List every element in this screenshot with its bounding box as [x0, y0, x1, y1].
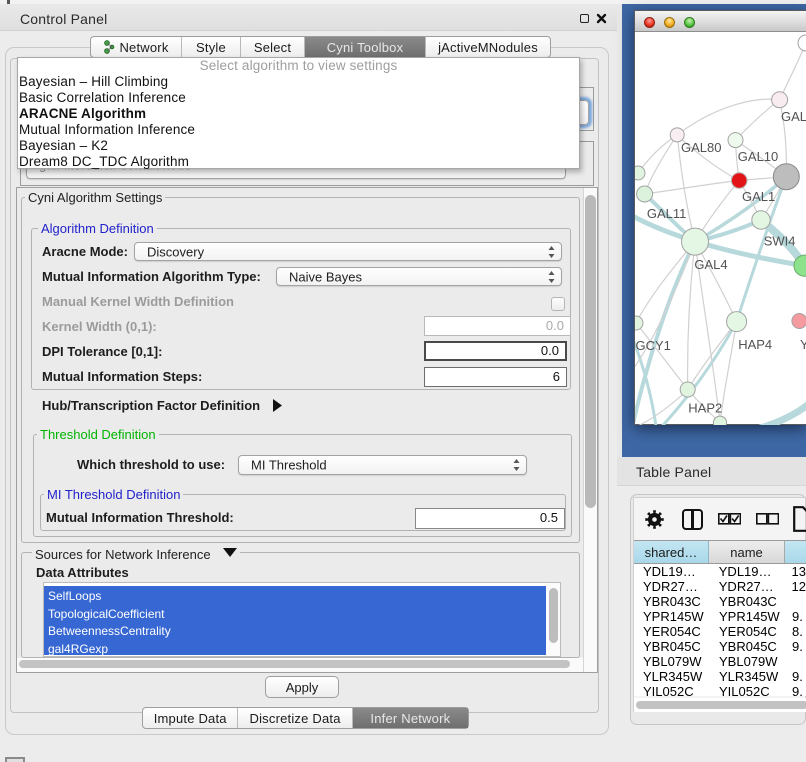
svg-text:Y: Y — [800, 337, 806, 352]
svg-text:GAL: GAL — [781, 109, 806, 124]
svg-text:SWI4: SWI4 — [764, 233, 796, 248]
svg-text:GAL80: GAL80 — [681, 140, 721, 155]
svg-text:HAP2: HAP2 — [688, 401, 722, 416]
svg-text:GAL1: GAL1 — [742, 189, 775, 204]
svg-text:GAL4: GAL4 — [694, 257, 727, 272]
svg-text:GAL11: GAL11 — [647, 206, 687, 221]
svg-text:GAL10: GAL10 — [738, 149, 778, 164]
svg-text:HAP4: HAP4 — [738, 337, 772, 352]
svg-text:GCY1: GCY1 — [636, 338, 671, 353]
